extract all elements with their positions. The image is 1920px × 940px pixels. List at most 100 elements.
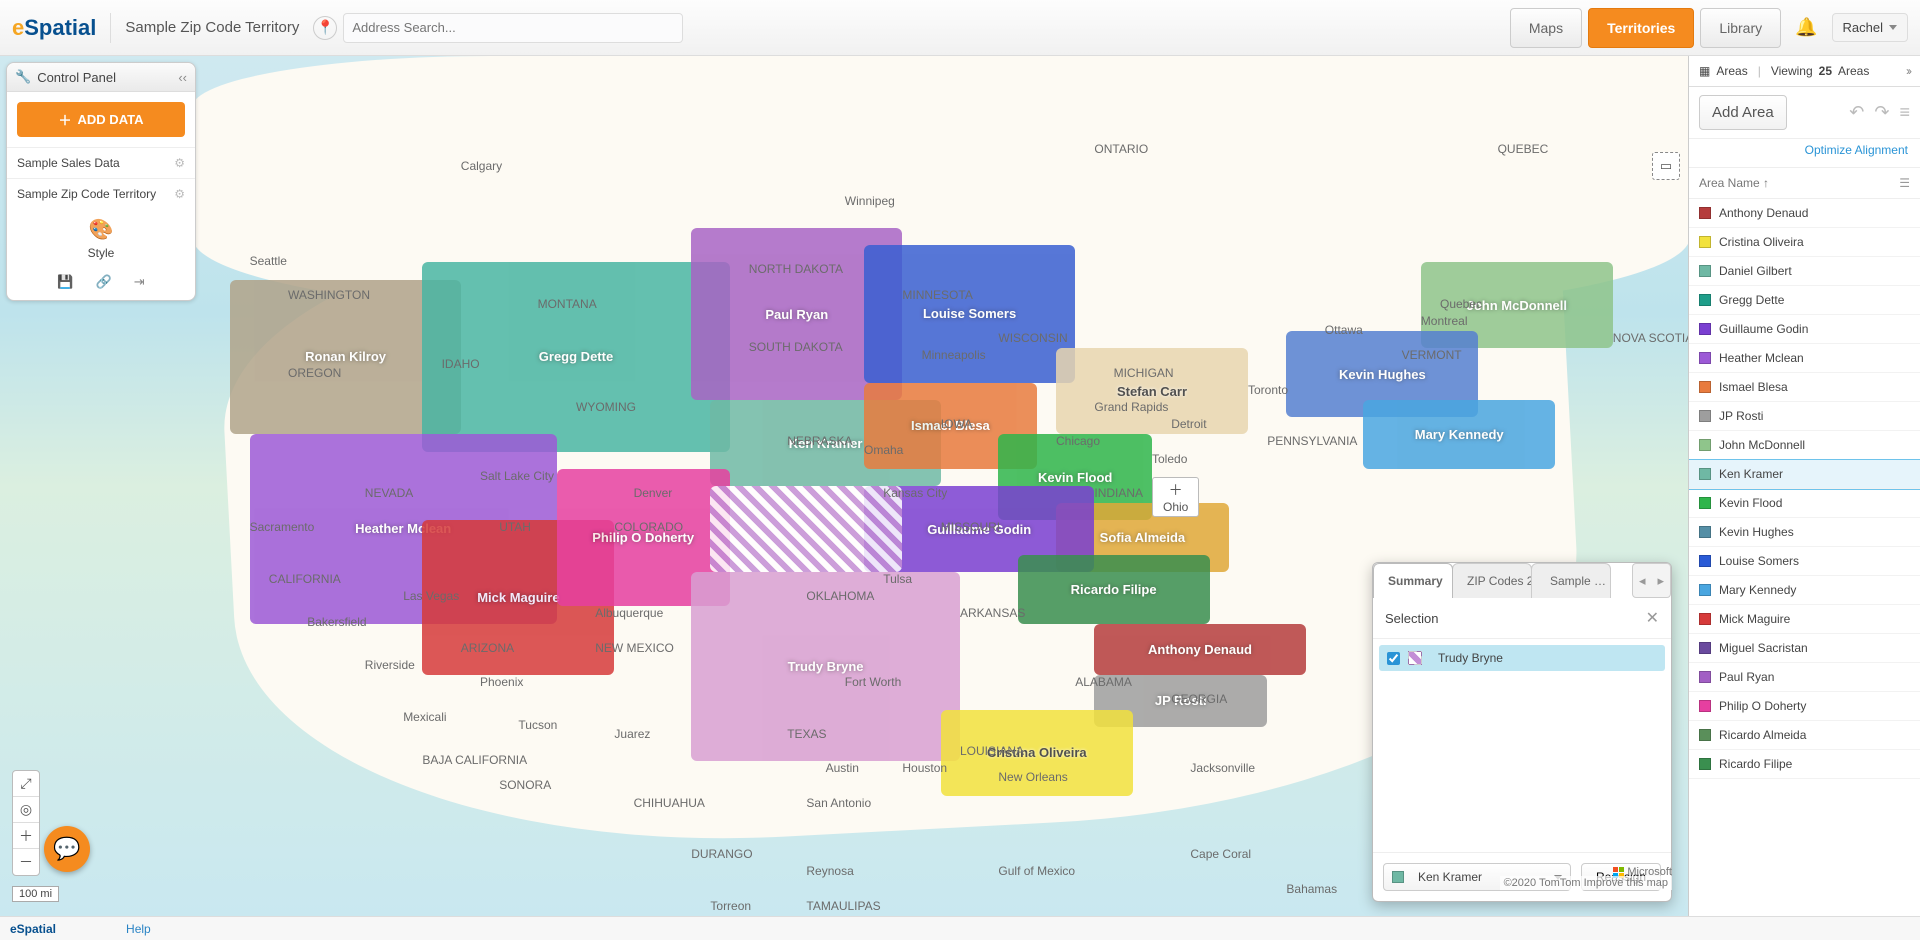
- city-label: PENNSYLVANIA: [1267, 434, 1357, 448]
- area-list-item[interactable]: John McDonnell: [1689, 431, 1920, 460]
- area-name: Ricardo Almeida: [1719, 728, 1806, 742]
- territory-region[interactable]: Stefan Carr: [1056, 348, 1248, 434]
- add-data-button[interactable]: ＋ ADD DATA: [17, 102, 185, 137]
- notifications-icon[interactable]: 🔔: [1795, 17, 1817, 38]
- tab-nav: ◂ ▸: [1632, 563, 1671, 598]
- area-list-item[interactable]: Ismael Blesa: [1689, 373, 1920, 402]
- area-list-item[interactable]: Mary Kennedy: [1689, 576, 1920, 605]
- chat-widget-button[interactable]: 💬: [44, 826, 90, 872]
- nav-territories-button[interactable]: Territories: [1588, 8, 1694, 48]
- optimize-alignment-link[interactable]: Optimize Alignment: [1689, 139, 1920, 167]
- city-label: IOWA: [941, 417, 973, 431]
- city-label: NEW MEXICO: [595, 641, 674, 655]
- area-list-item[interactable]: Mick Maguire: [1689, 605, 1920, 634]
- city-label: UTAH: [499, 520, 531, 534]
- area-swatch: [1699, 236, 1711, 248]
- city-label: SOUTH DAKOTA: [749, 340, 843, 354]
- redo-icon[interactable]: ↷: [1874, 102, 1889, 123]
- territory-hatched[interactable]: [710, 486, 902, 572]
- tab-zipcodes[interactable]: ZIP Codes 2…: [1452, 563, 1532, 598]
- city-label: SONORA: [499, 778, 551, 792]
- nav-maps-button[interactable]: Maps: [1510, 8, 1582, 48]
- save-icon[interactable]: 💾: [57, 274, 73, 290]
- close-icon[interactable]: ✕: [1646, 608, 1659, 628]
- tab-sample[interactable]: Sample …: [1531, 563, 1611, 598]
- undo-icon[interactable]: ↶: [1849, 102, 1864, 123]
- search-container: 📍: [313, 13, 683, 43]
- area-list-item[interactable]: Gregg Dette: [1689, 286, 1920, 315]
- zoom-extent-button[interactable]: ⤢: [13, 771, 39, 797]
- area-list-item[interactable]: Louise Somers: [1689, 547, 1920, 576]
- selection-body: Trudy Bryne: [1373, 639, 1671, 852]
- area-list-item[interactable]: Anthony Denaud: [1689, 199, 1920, 228]
- tab-next-icon[interactable]: ▸: [1651, 569, 1670, 593]
- address-search-input[interactable]: [343, 13, 683, 43]
- area-list-item[interactable]: Kevin Flood: [1689, 489, 1920, 518]
- area-list-item[interactable]: Kevin Hughes: [1689, 518, 1920, 547]
- city-label: Minneapolis: [922, 348, 986, 362]
- city-label: Montreal: [1421, 314, 1468, 328]
- add-data-label: ADD DATA: [78, 112, 144, 127]
- map-attribution: ©2020 TomTom Improve this map: [1500, 876, 1672, 890]
- selection-tool-button[interactable]: ▭: [1652, 152, 1680, 180]
- city-label: ALABAMA: [1075, 675, 1132, 689]
- zoom-in-button[interactable]: ＋: [13, 823, 39, 849]
- territory-region[interactable]: Anthony Denaud: [1094, 624, 1305, 676]
- selection-checkbox[interactable]: [1387, 652, 1400, 665]
- area-list-item[interactable]: JP Rosti: [1689, 402, 1920, 431]
- area-list-item[interactable]: Ricardo Filipe: [1689, 750, 1920, 779]
- expand-panel-icon[interactable]: ››: [1906, 64, 1910, 78]
- list-options-icon[interactable]: ☰: [1899, 176, 1910, 190]
- map-title: Sample Zip Code Territory: [125, 19, 299, 36]
- selection-item[interactable]: Trudy Bryne: [1379, 645, 1665, 671]
- layer-row-sales[interactable]: Sample Sales Data ⚙: [7, 147, 195, 178]
- area-name: Mick Maguire: [1719, 612, 1790, 626]
- city-label: Kansas City: [883, 486, 947, 500]
- city-label: Fort Worth: [845, 675, 901, 689]
- footer-help-link[interactable]: Help: [126, 922, 151, 936]
- city-label: MICHIGAN: [1114, 366, 1174, 380]
- tab-summary[interactable]: Summary: [1373, 563, 1453, 598]
- panel-bottom-toolbar: 💾 🔗 ⇥: [7, 268, 195, 300]
- control-panel-header: 🔧 Control Panel ‹‹: [7, 63, 195, 92]
- location-pin-icon[interactable]: 📍: [313, 16, 337, 40]
- area-list-item[interactable]: Philip O Doherty: [1689, 692, 1920, 721]
- user-menu-button[interactable]: Rachel: [1832, 13, 1908, 42]
- city-label: Houston: [902, 761, 947, 775]
- area-list-header[interactable]: Area Name ↑ ☰: [1689, 167, 1920, 199]
- area-list-item[interactable]: Cristina Oliveira: [1689, 228, 1920, 257]
- export-icon[interactable]: ⇥: [134, 274, 145, 290]
- area-name: Philip O Doherty: [1719, 699, 1806, 713]
- style-block[interactable]: 🎨 Style: [7, 209, 195, 268]
- territory-region[interactable]: Mary Kennedy: [1363, 400, 1555, 469]
- area-list-item[interactable]: Paul Ryan: [1689, 663, 1920, 692]
- gear-icon[interactable]: ⚙: [174, 156, 185, 170]
- area-list-item[interactable]: Daniel Gilbert: [1689, 257, 1920, 286]
- area-list-item[interactable]: Ricardo Almeida: [1689, 721, 1920, 750]
- footer-brand[interactable]: eSpatial: [10, 922, 56, 936]
- collapse-panel-icon[interactable]: ‹‹: [178, 70, 187, 85]
- area-name: Louise Somers: [1719, 554, 1799, 568]
- zoom-target-button[interactable]: ◎: [13, 797, 39, 823]
- area-swatch: [1699, 265, 1711, 277]
- area-list-item[interactable]: Heather Mclean: [1689, 344, 1920, 373]
- area-list-item[interactable]: Ken Kramer: [1689, 460, 1920, 489]
- gear-icon[interactable]: ⚙: [174, 187, 185, 201]
- share-icon[interactable]: 🔗: [96, 274, 112, 290]
- area-swatch: [1699, 381, 1711, 393]
- layer-row-territory[interactable]: Sample Zip Code Territory ⚙: [7, 178, 195, 209]
- add-area-button[interactable]: Add Area: [1699, 95, 1787, 130]
- zoom-out-button[interactable]: －: [13, 849, 39, 875]
- menu-icon[interactable]: ≡: [1899, 102, 1910, 123]
- nav-library-button[interactable]: Library: [1700, 8, 1781, 48]
- user-name: Rachel: [1843, 20, 1883, 35]
- territory-region[interactable]: Ricardo Filipe: [1018, 555, 1210, 624]
- city-label: Grand Rapids: [1094, 400, 1168, 414]
- area-list-item[interactable]: Miguel Sacristan: [1689, 634, 1920, 663]
- area-list-item[interactable]: Guillaume Godin: [1689, 315, 1920, 344]
- area-swatch: [1699, 439, 1711, 451]
- dropdown-value: Ken Kramer: [1418, 870, 1482, 884]
- selection-heading: Selection: [1385, 611, 1438, 626]
- control-panel-title: Control Panel: [37, 70, 116, 85]
- tab-prev-icon[interactable]: ◂: [1633, 569, 1652, 593]
